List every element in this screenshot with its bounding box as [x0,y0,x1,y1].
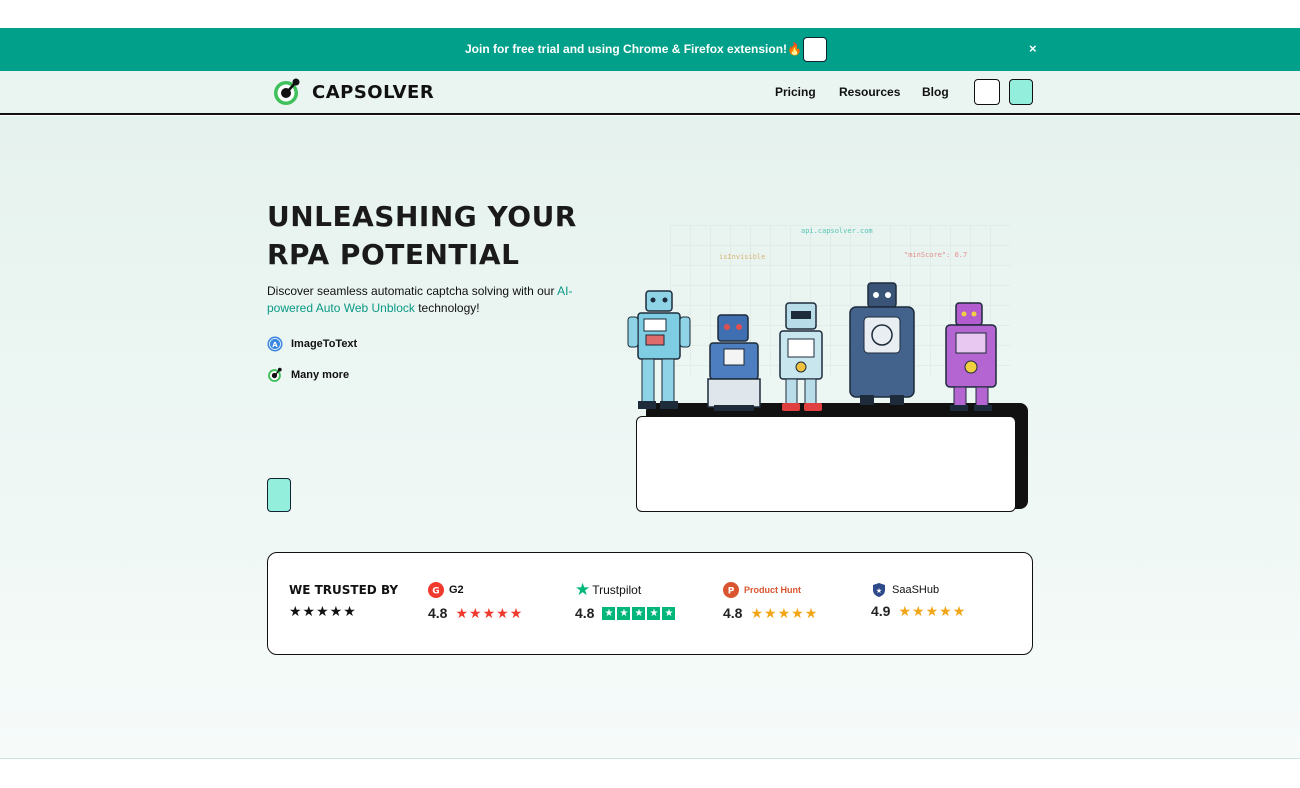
star-icon: ★ [791,605,804,621]
capsolver-logo[interactable]: CAPSOLVER [272,77,434,107]
review-g2[interactable]: G G2 4.8 ★ ★ ★ ★ ★ [428,581,523,621]
svg-text:G: G [432,587,439,597]
star-icon: ★ [804,605,818,621]
feature-label: ImageToText [291,338,358,350]
svg-text:A: A [272,341,278,349]
star-icon: ★ [469,605,482,621]
feature-label: Many more [291,369,350,381]
hero-desc-text: Discover seamless automatic captcha solv… [267,284,558,298]
star-icon: ★ [455,605,469,621]
section-divider [0,758,1300,759]
review-stars: ★ ★ ★ ★ ★ [750,606,818,620]
robot-2 [707,314,761,411]
page: Join for free trial and using Chrome & F… [0,0,1300,788]
review-saashub[interactable]: ★ SaaSHub 4.9 ★ ★ ★ ★ ★ [871,581,966,619]
capsolver-logo-icon [268,367,282,382]
review-product-hunt[interactable]: P Product Hunt 4.8 ★ ★ ★ ★ ★ [723,581,818,621]
review-name: Trustpilot [592,583,642,597]
robot-1 [627,290,691,409]
review-trustpilot[interactable]: ★ Trustpilot 4.8 ★ ★ ★ ★ ★ [575,580,677,621]
tag-min-score: "minScore": 0.7 [904,251,968,259]
nav-pricing[interactable]: Pricing [775,85,816,99]
close-icon[interactable]: × [1029,41,1037,56]
tag-api: api.capsolver.com [801,227,873,235]
nav-resources[interactable]: Resources [839,85,900,99]
review-name: SaaSHub [892,584,940,596]
review-stars: ★ ★ ★ ★ ★ [898,604,966,618]
trusted-title: WE TRUSTED BY [289,583,399,597]
star-icon: ★ [952,603,966,619]
nav-blog[interactable]: Blog [922,85,949,99]
trustpilot-star-icon: ★ [575,580,591,599]
star-icon: ★ [632,606,646,620]
svg-text:P: P [728,587,735,597]
trusted-stars: ★★★★★ [289,603,357,619]
star-icon: ★ [777,605,791,621]
hero-title: UNLEASHING YOUR RPA POTENTIAL [267,200,577,271]
g2-icon: G [428,582,444,598]
review-score: 4.9 [871,603,891,619]
demo-card [636,416,1016,512]
star-icon: ★ [912,603,925,619]
star-icon: ★ [496,605,509,621]
star-icon: ★ [617,606,631,620]
hero-description: Discover seamless automatic captcha solv… [267,283,587,317]
site-header: CAPSOLVER Pricing Resources Blog [0,71,1300,115]
image-to-text-icon: A [267,336,283,352]
login-button[interactable] [974,79,1000,105]
star-icon: ★ [662,606,676,620]
star-icon: ★ [482,605,496,621]
saashub-icon: ★ [873,583,885,597]
star-icon: ★ [509,605,523,621]
announcement-bar: Join for free trial and using Chrome & F… [0,28,1300,71]
robot-5 [945,302,997,411]
announcement-text[interactable]: Join for free trial and using Chrome & F… [465,42,802,56]
star-icon: ★ [898,603,912,619]
hero-cta-button[interactable] [267,478,291,512]
star-icon: ★ [925,603,939,619]
review-score: 4.8 [428,605,448,621]
star-icon: ★ [750,605,764,621]
review-score: 4.8 [575,605,595,621]
review-stars: ★ ★ ★ ★ ★ [602,606,677,620]
review-name: G2 [449,584,464,596]
feature-image-to-text[interactable]: A ImageToText [267,336,357,352]
product-hunt-icon: P [723,582,739,598]
signup-button[interactable] [1009,79,1033,105]
svg-text:★: ★ [876,587,882,595]
logo-text: CAPSOLVER [312,81,435,103]
announcement-button[interactable] [803,37,827,62]
review-score: 4.8 [723,605,743,621]
review-stars: ★ ★ ★ ★ ★ [455,606,523,620]
robots-illustration: api.capsolver.com isInvisible "minScore"… [620,215,1040,515]
star-icon: ★ [764,605,777,621]
feature-many-more[interactable]: Many more [267,367,349,383]
star-icon: ★ [939,603,952,619]
star-icon: ★ [602,606,616,620]
capsolver-logo-icon [274,78,300,105]
tag-invisible: isInvisible [719,253,766,261]
star-icon: ★ [647,606,661,620]
trusted-by-panel: WE TRUSTED BY ★★★★★ G G2 4.8 ★ ★ ★ ★ ★ ★ Tru… [267,552,1033,655]
hero-desc-end: technology! [414,301,480,315]
robot-4 [849,282,915,405]
robots-group [627,282,997,411]
robot-3 [779,302,823,411]
review-name: Product Hunt [744,585,801,595]
